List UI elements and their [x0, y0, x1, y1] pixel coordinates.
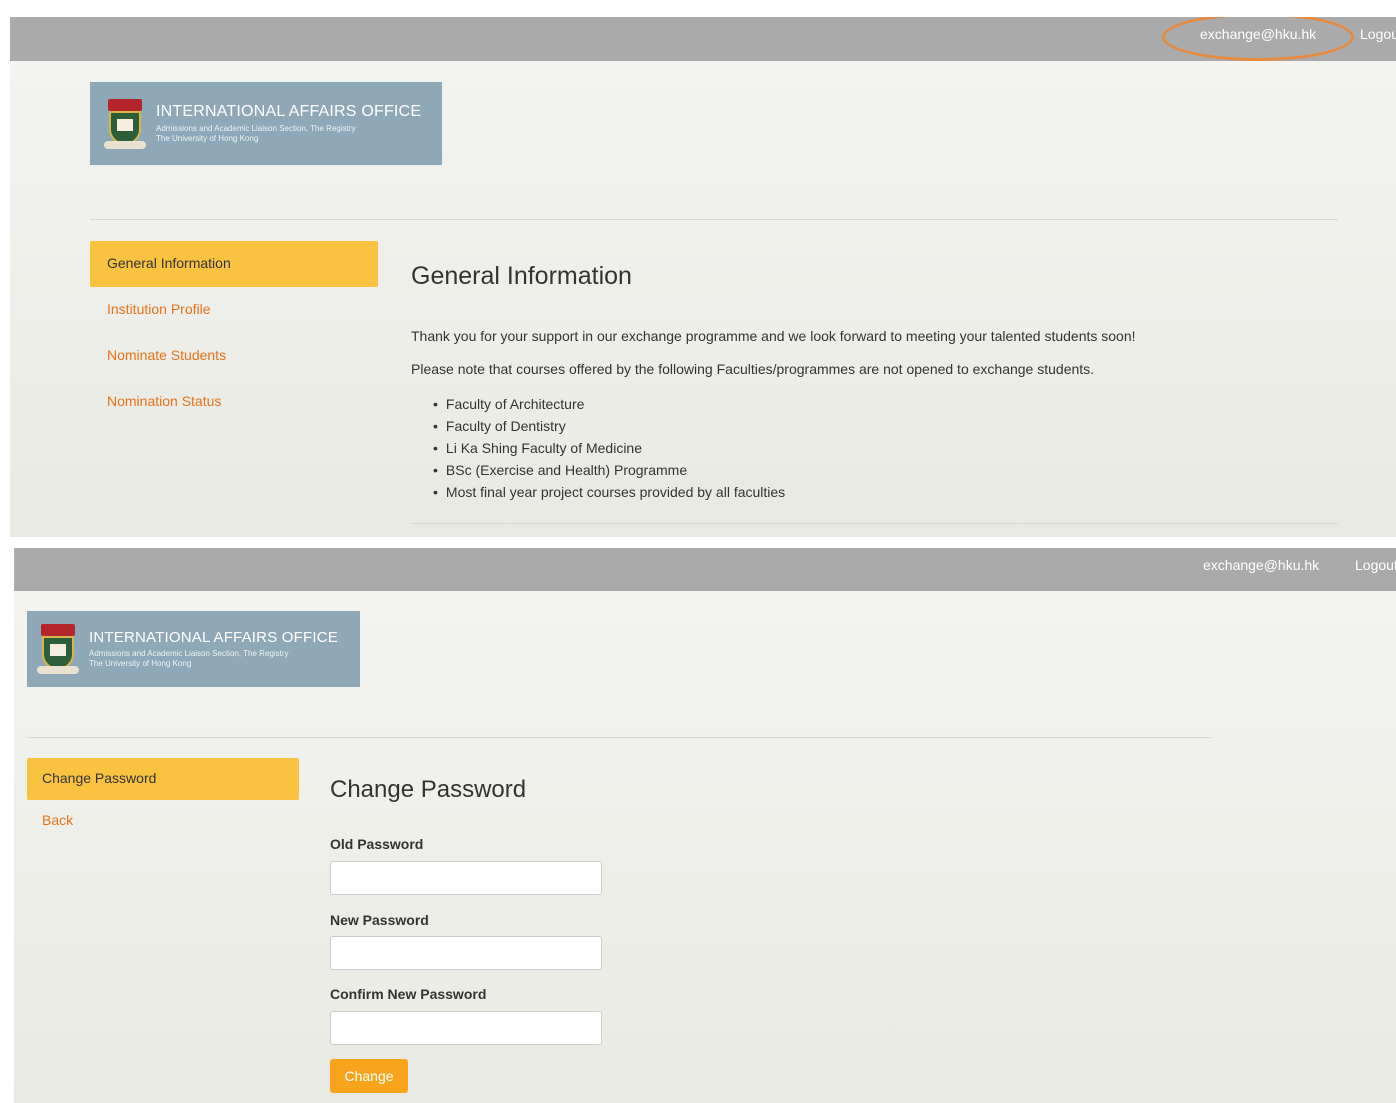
thank-you-paragraph: Thank you for your support in our exchan… — [411, 328, 1136, 344]
list-item: Most final year project courses provided… — [433, 481, 785, 503]
sidebar-item-change-password[interactable]: Change Password — [27, 758, 299, 800]
user-email-link[interactable]: exchange@hku.hk — [1203, 557, 1319, 573]
list-item: Faculty of Dentistry — [433, 415, 785, 437]
new-password-label: New Password — [330, 912, 429, 928]
restriction-note-paragraph: Please note that courses offered by the … — [411, 361, 1095, 377]
banner-title: INTERNATIONAL AFFAIRS OFFICE — [89, 629, 338, 646]
list-item: BSc (Exercise and Health) Programme — [433, 459, 785, 481]
change-password-form: Change Password Old Password New Passwor… — [330, 776, 930, 1093]
page-title: Change Password — [330, 776, 527, 803]
header-divider — [90, 219, 1338, 220]
confirm-password-input[interactable] — [330, 1011, 602, 1045]
iao-banner-logo: INTERNATIONAL AFFAIRS OFFICE Admissions … — [90, 82, 442, 165]
iao-banner-logo: INTERNATIONAL AFFAIRS OFFICE Admissions … — [27, 611, 360, 687]
sidebar-item-back[interactable]: Back — [27, 800, 299, 842]
banner-subtitle: Admissions and Academic Liaison Section,… — [89, 649, 289, 668]
general-info-content: General Information Thank you for your s… — [411, 262, 1331, 500]
restricted-faculties-list: Faculty of Architecture Faculty of Denti… — [433, 393, 785, 503]
hku-crest-icon — [104, 97, 146, 151]
sidebar-item-nomination-status[interactable]: Nomination Status — [90, 379, 378, 425]
change-button[interactable]: Change — [330, 1059, 408, 1093]
content-divider — [410, 523, 1338, 524]
old-password-label: Old Password — [330, 836, 424, 852]
list-item: Faculty of Architecture — [433, 393, 785, 415]
sidebar-nav: General Information Institution Profile … — [90, 241, 378, 425]
banner-title: INTERNATIONAL AFFAIRS OFFICE — [156, 103, 422, 120]
confirm-password-label: Confirm New Password — [330, 986, 487, 1002]
change-password-screen: exchange@hku.hk Logout INTERNATIONAL AFF… — [14, 548, 1396, 1103]
sidebar-item-general-information[interactable]: General Information — [90, 241, 378, 287]
top-bar: exchange@hku.hk Logout — [14, 548, 1396, 591]
list-item: Li Ka Shing Faculty of Medicine — [433, 437, 785, 459]
hku-crest-icon — [37, 622, 79, 676]
banner-subtitle: Admissions and Academic Liaison Section,… — [156, 124, 356, 143]
sidebar-item-nominate-students[interactable]: Nominate Students — [90, 333, 378, 379]
new-password-input[interactable] — [330, 936, 602, 970]
logout-link[interactable]: Logout — [1360, 26, 1396, 42]
general-info-screen: exchange@hku.hk Logout INTERNATIONAL AFF… — [10, 17, 1396, 537]
logout-link[interactable]: Logout — [1355, 557, 1396, 573]
page-title: General Information — [411, 262, 632, 290]
old-password-input[interactable] — [330, 861, 602, 895]
sidebar-nav: Change Password Back — [27, 758, 299, 842]
header-divider — [27, 737, 1211, 738]
sidebar-item-institution-profile[interactable]: Institution Profile — [90, 287, 378, 333]
